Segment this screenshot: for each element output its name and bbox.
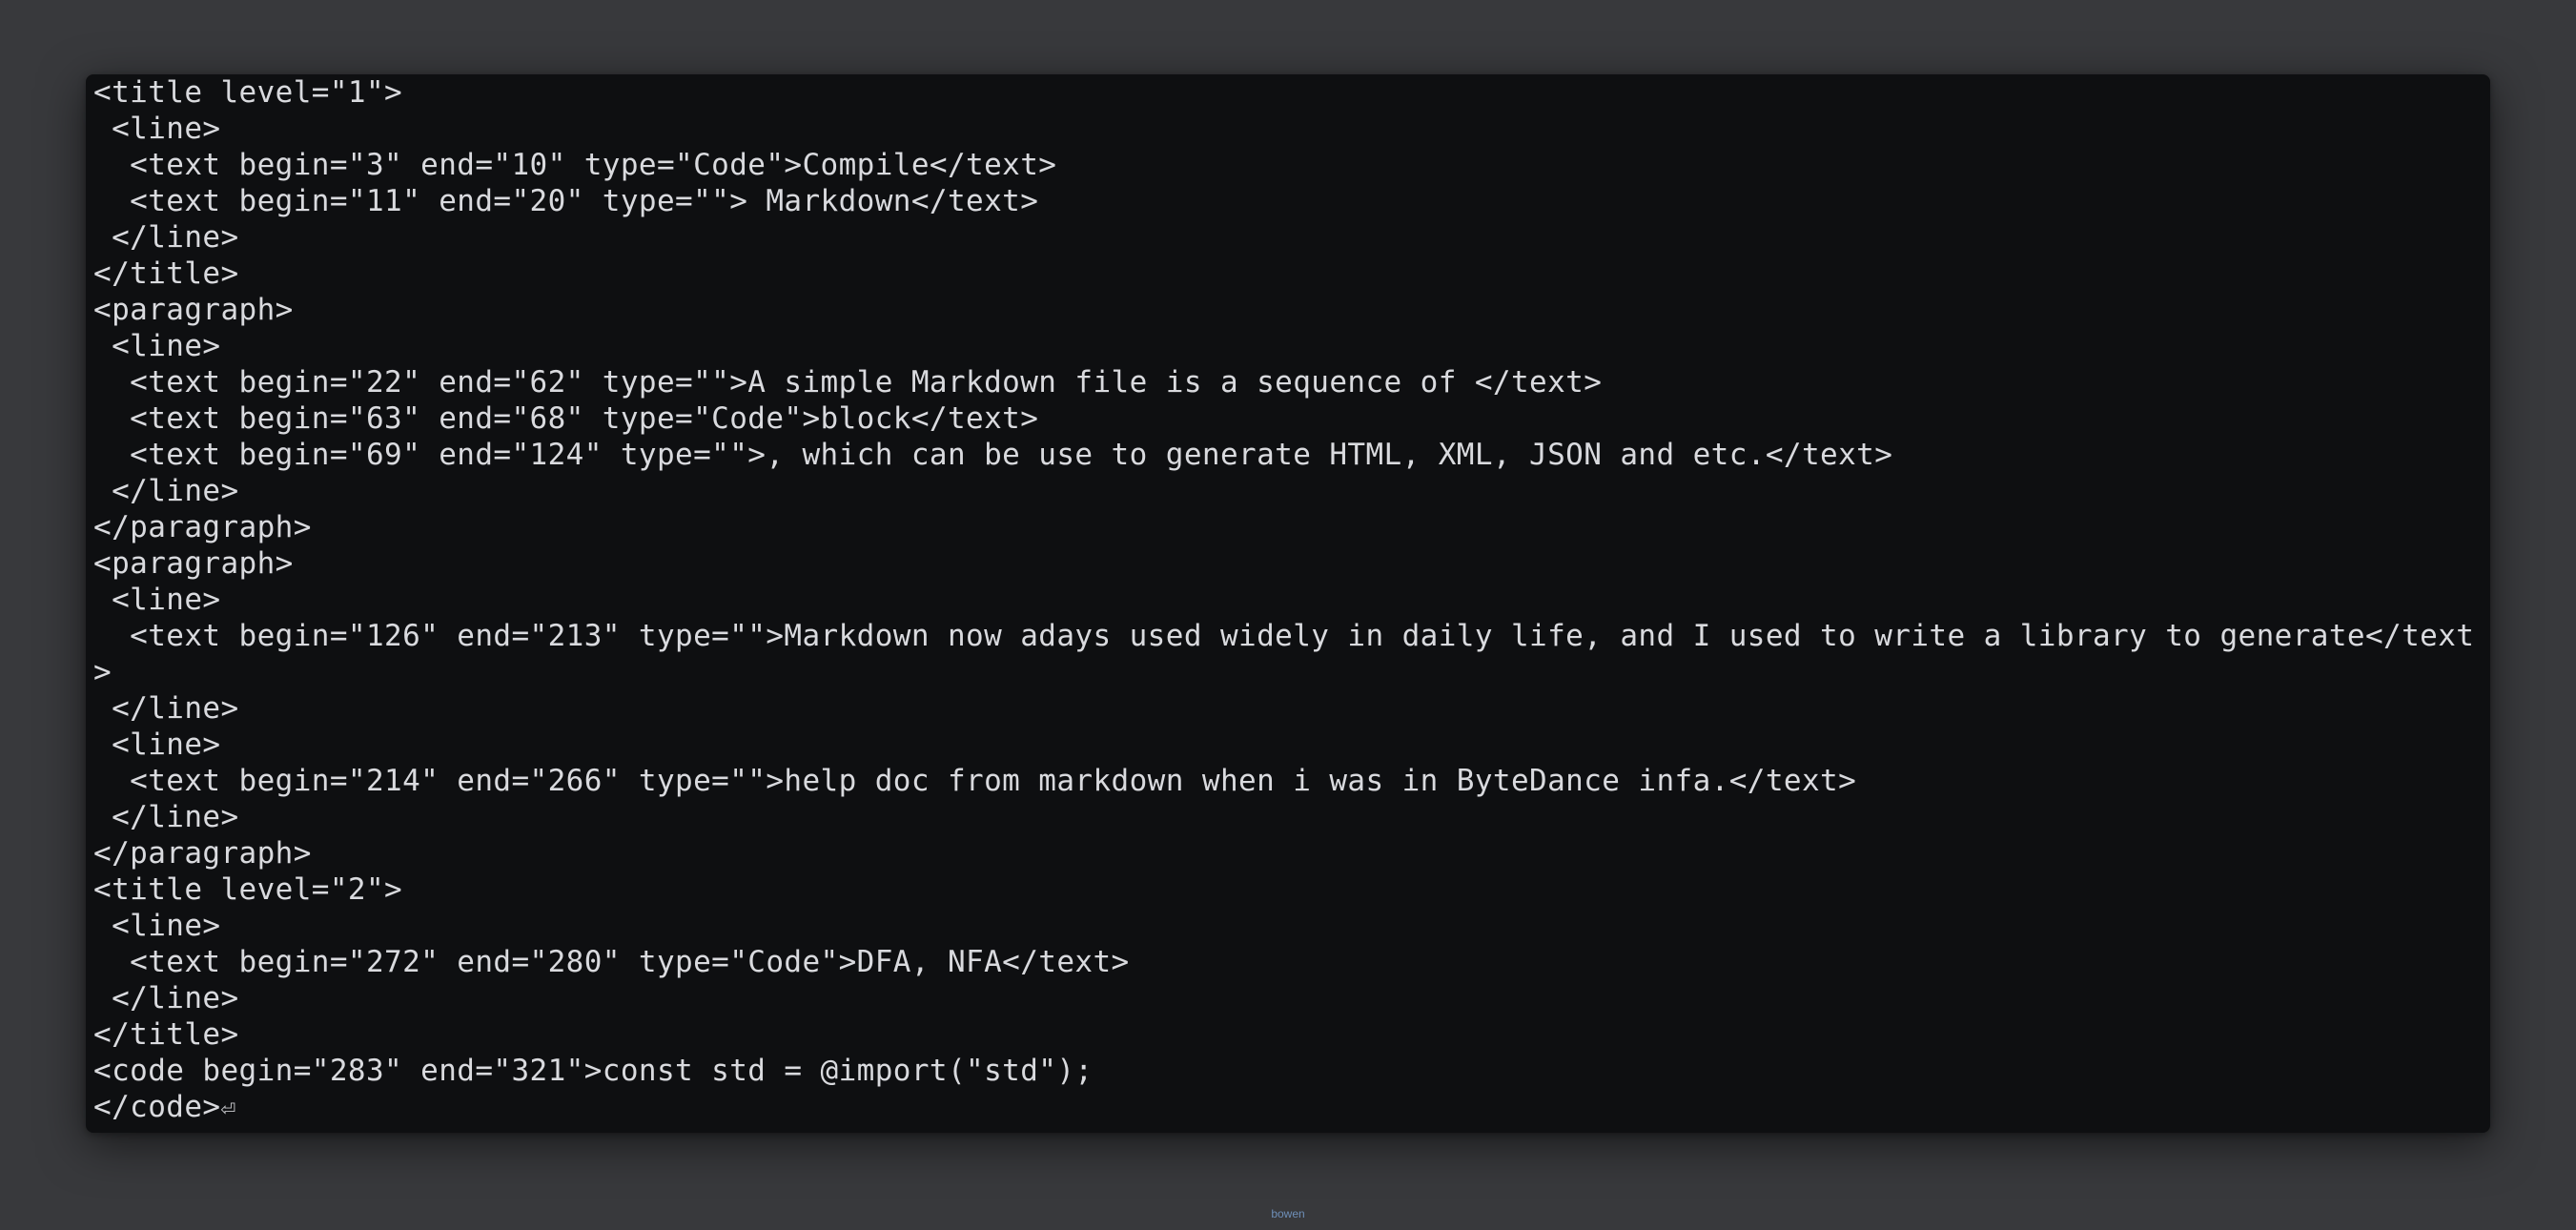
- output-line: <text begin="22" end="62" type="">A simp…: [93, 365, 1603, 400]
- output-line: <text begin="63" end="68" type="Code">bl…: [93, 401, 1039, 436]
- output-line: <text begin="69" end="124" type="">, whi…: [93, 438, 1893, 472]
- output-line: <paragraph>: [93, 546, 294, 581]
- return-mark-icon: ⏎: [220, 1095, 236, 1123]
- output-line-text: </code>: [93, 1090, 221, 1124]
- output-line: >: [93, 655, 112, 689]
- output-line: <line>: [93, 112, 221, 146]
- output-line: <text begin="126" end="213" type="">Mark…: [93, 619, 2475, 653]
- output-line: <paragraph>: [93, 293, 294, 327]
- output-line: <title level="1">: [93, 75, 403, 110]
- output-line: <code begin="283" end="321">const std = …: [93, 1054, 1094, 1088]
- output-line: </paragraph>: [93, 836, 312, 871]
- output-line: <line>: [93, 329, 221, 363]
- output-line: </line>: [93, 691, 239, 726]
- terminal-window[interactable]: <title level="1"> <line> <text begin="3"…: [86, 74, 2490, 1133]
- output-line: <text begin="11" end="20" type=""> Markd…: [93, 184, 1039, 218]
- output-line: <text begin="272" end="280" type="Code">…: [93, 945, 1130, 979]
- footer-credit: bowen: [1271, 1207, 1305, 1220]
- output-line: </title>: [93, 1017, 239, 1052]
- output-line: </line>: [93, 981, 239, 1015]
- output-line: </line>: [93, 220, 239, 255]
- output-line: </paragraph>: [93, 510, 312, 544]
- output-line: <line>: [93, 728, 221, 762]
- output-line: <line>: [93, 583, 221, 617]
- output-line: <line>: [93, 909, 221, 943]
- output-line: </line>: [93, 474, 239, 508]
- output-line: </line>: [93, 800, 239, 834]
- output-line-last: </code>⏎: [93, 1089, 2483, 1125]
- output-line: <title level="2">: [93, 872, 403, 907]
- output-line: <text begin="214" end="266" type="">help…: [93, 764, 1857, 798]
- output-line: <text begin="3" end="10" type="Code">Com…: [93, 148, 1057, 182]
- terminal-output[interactable]: <title level="1"> <line> <text begin="3"…: [93, 74, 2483, 1133]
- output-line: </title>: [93, 256, 239, 291]
